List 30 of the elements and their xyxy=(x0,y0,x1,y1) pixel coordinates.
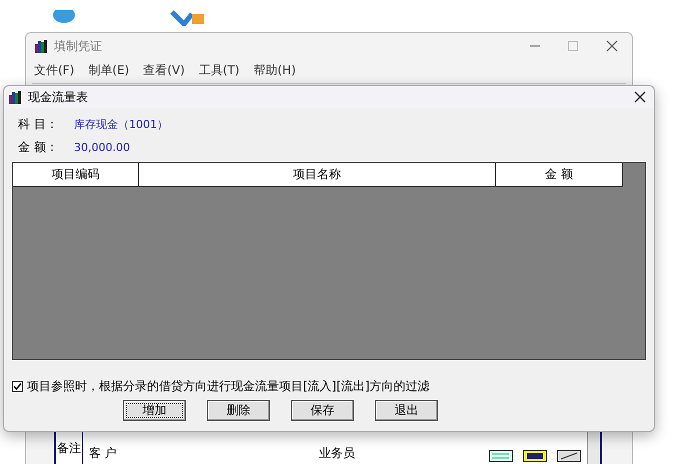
books-icon xyxy=(34,39,48,53)
menu-item[interactable]: 制单(E) xyxy=(88,62,130,78)
menu-item[interactable]: 帮助(H) xyxy=(254,62,296,78)
menu-item[interactable]: 文件(F) xyxy=(34,62,74,78)
dialog-button[interactable]: 退出 xyxy=(375,400,438,421)
window-title: 填制凭证 xyxy=(54,38,103,54)
column-header[interactable]: 项目名称 xyxy=(139,163,496,187)
card-icon[interactable] xyxy=(522,450,547,462)
scrollbar[interactable] xyxy=(586,432,600,464)
desktop-icon[interactable] xyxy=(170,10,206,26)
checkbox[interactable] xyxy=(12,381,23,392)
dialog-button[interactable]: 增加 xyxy=(123,400,186,421)
column-header[interactable]: 金 额 xyxy=(496,163,623,187)
column-header[interactable]: 项目编码 xyxy=(13,163,139,187)
amount-label: 金 额： xyxy=(18,139,59,156)
field-label: 客 户 xyxy=(88,445,118,462)
menu-item[interactable]: 查看(V) xyxy=(143,62,185,78)
dialog-title: 现金流量表 xyxy=(28,88,89,106)
close-icon[interactable] xyxy=(634,91,646,103)
field-label: 业务员 xyxy=(318,445,356,462)
dialog-button[interactable]: 保存 xyxy=(291,400,354,421)
close-icon[interactable] xyxy=(606,40,618,52)
subject-value: 库存现金（1001） xyxy=(74,117,168,132)
menu-item[interactable]: 工具(T) xyxy=(198,62,240,78)
desktop-icon[interactable] xyxy=(52,10,76,24)
dialog-button[interactable]: 删除 xyxy=(207,400,270,421)
subject-label: 科 目： xyxy=(18,116,59,133)
books-icon xyxy=(8,90,22,104)
checkbox-label: 项目参照时，根据分录的借贷方向进行现金流量项目[流入][流出]方向的过滤 xyxy=(27,378,430,395)
amount-value: 30,000.00 xyxy=(74,141,130,154)
